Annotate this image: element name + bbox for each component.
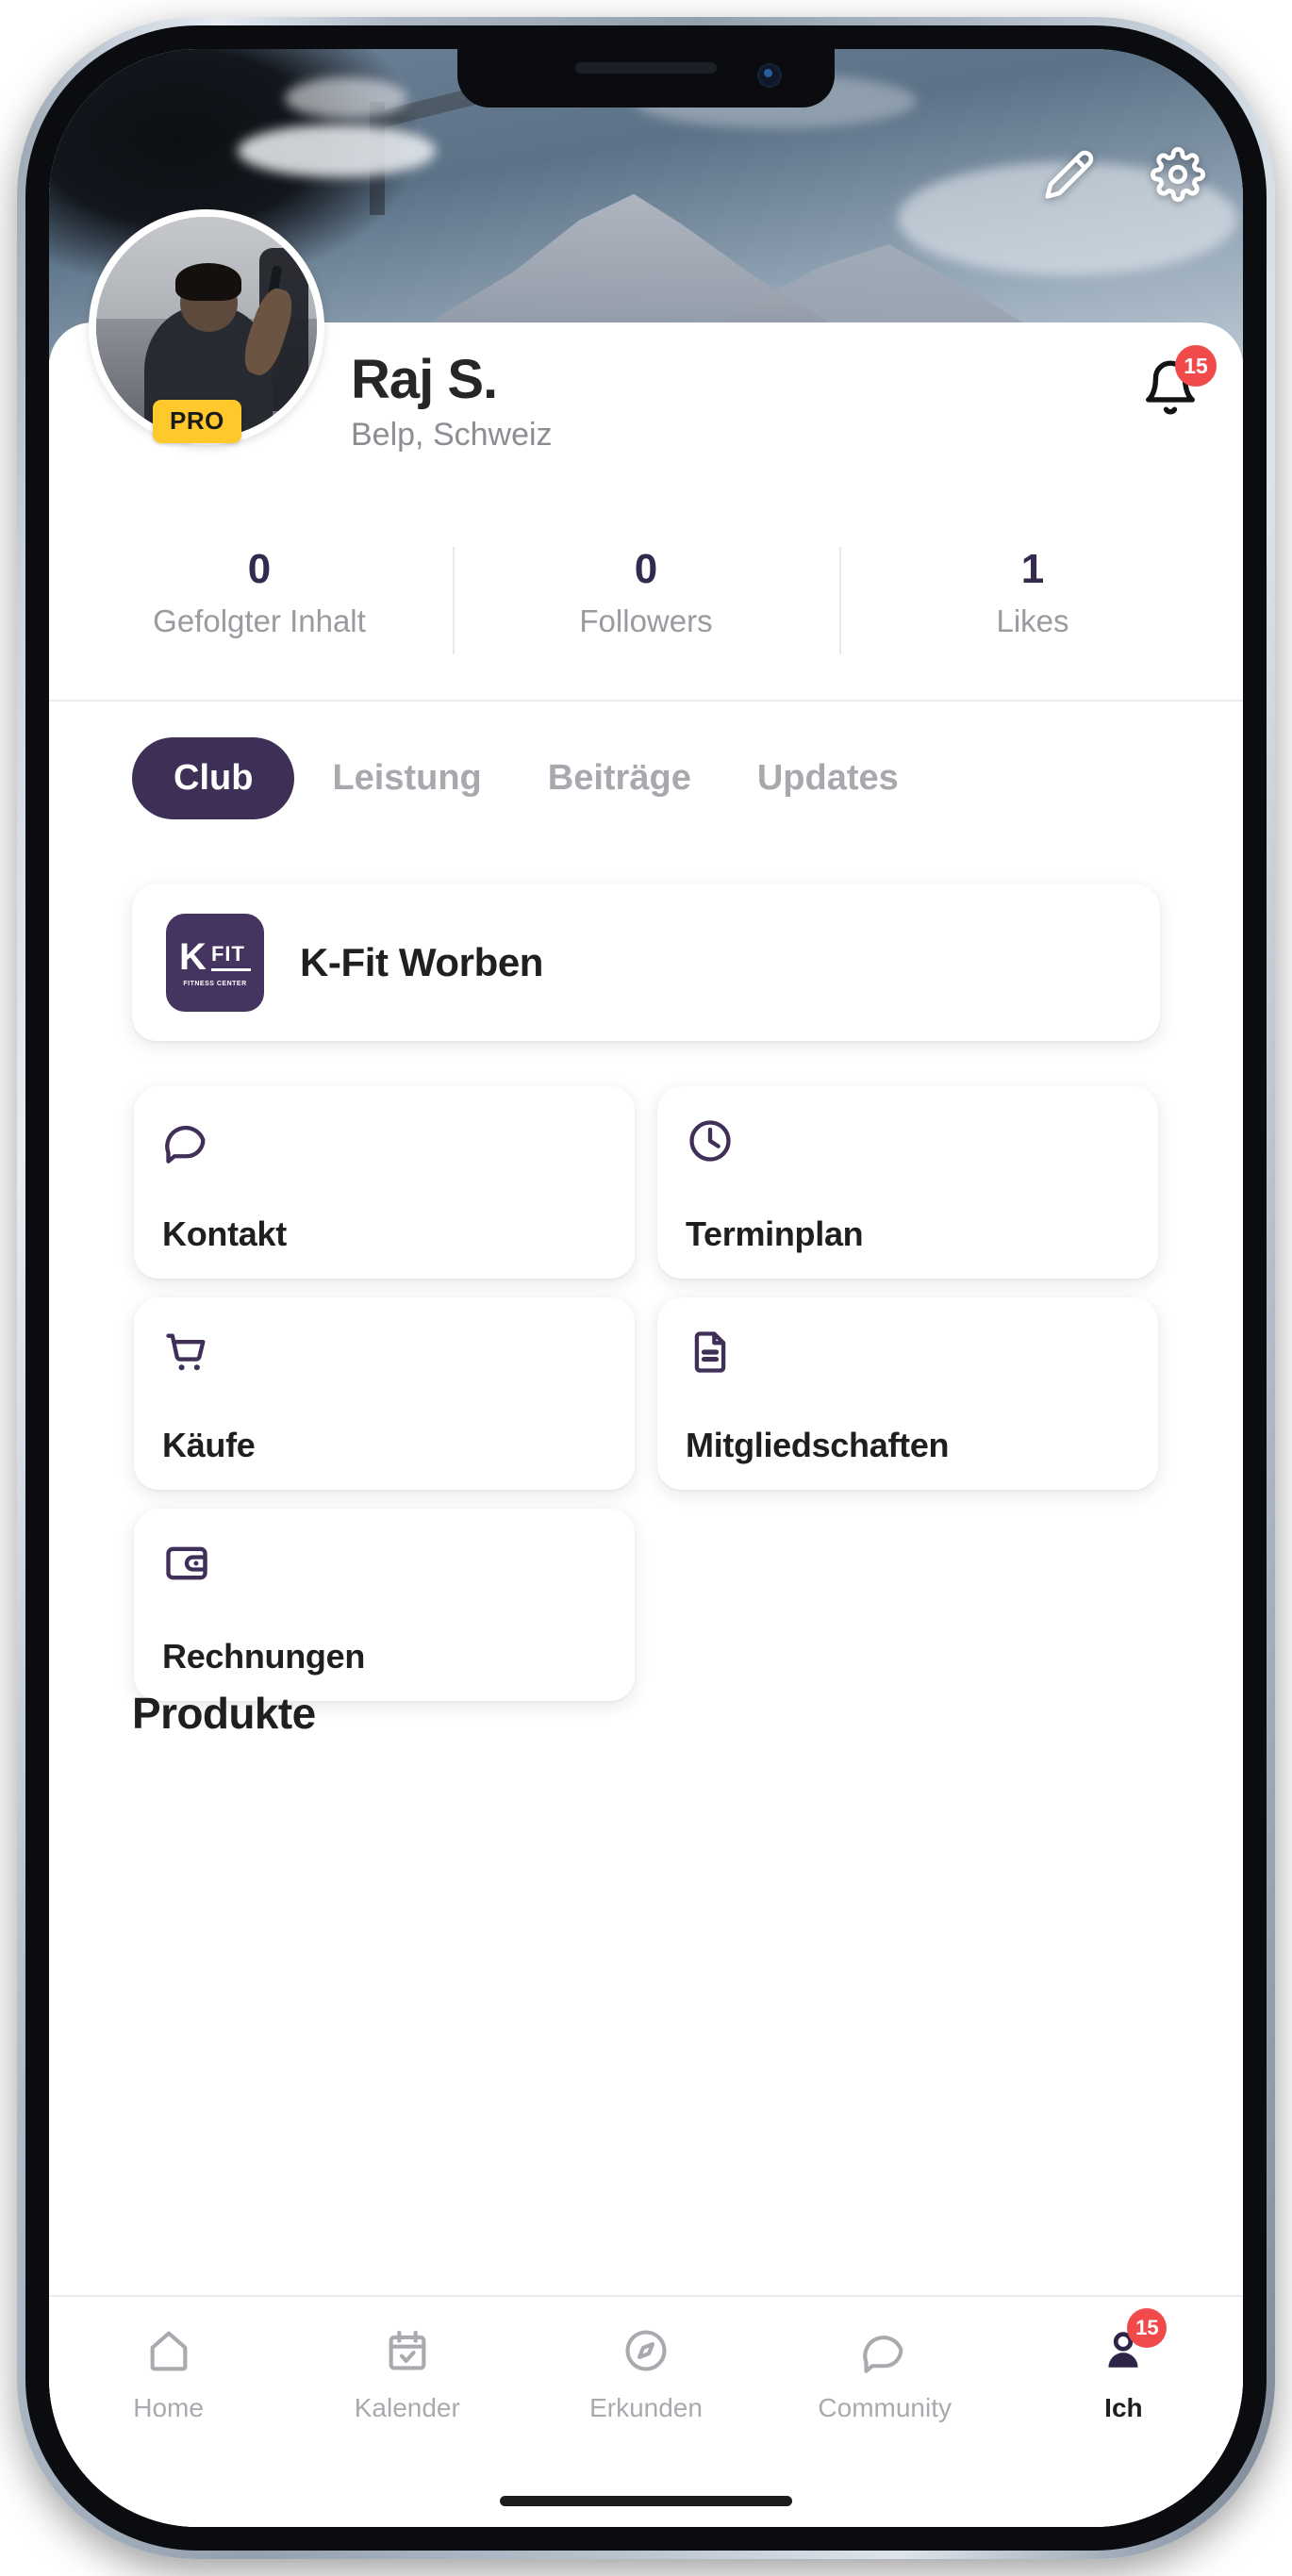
stat-value: 0 [247,546,272,592]
tile-label: Käufe [162,1426,256,1464]
tab-club[interactable]: Club [132,737,295,819]
phone-notch [457,49,835,107]
screenshot-stage: PRO Raj S. Belp, Schweiz 15 0 Gefolgter … [0,0,1292,2576]
volume-down-button[interactable] [26,845,35,960]
pencil-icon[interactable] [1043,148,1096,201]
stat-label: Followers [579,603,713,639]
club-name: K-Fit Worben [300,940,544,984]
avatar-hair [175,263,242,301]
tab-leistung[interactable]: Leistung [304,737,509,819]
notifications-button[interactable]: 15 [1141,345,1217,421]
club-logo-letter: K [179,936,207,978]
compass-icon [621,2323,671,2378]
cover-cloud [285,77,407,119]
nav-label: Erkunden [589,2393,703,2422]
tile-label: Terminplan [686,1214,864,1253]
club-logo-rule [210,967,251,971]
club-actions-grid: Kontakt Terminplan Käufe Mitgliedschafte… [123,1077,1169,1710]
nav-item-home[interactable]: Home [49,2323,288,2423]
stat-label: Likes [996,603,1069,639]
nav-badge: 15 [1127,2308,1168,2348]
nav-label: Home [133,2393,204,2422]
profile-tabs: Club Leistung Beiträge Updates [49,737,1243,819]
tile-terminplan[interactable]: Terminplan [657,1086,1158,1279]
calendar-check-icon [383,2323,432,2378]
phone-screen: PRO Raj S. Belp, Schweiz 15 0 Gefolgter … [49,49,1243,2527]
tile-slot: Mitgliedschaften [646,1288,1169,1499]
tile-label: Kontakt [162,1214,287,1253]
cover-actions [1043,147,1205,202]
profile-location: Belp, Schweiz [351,417,553,454]
stat-followed-content[interactable]: 0 Gefolgter Inhalt [66,541,453,668]
tile-kontakt[interactable]: Kontakt [134,1086,635,1279]
stat-likes[interactable]: 1 Likes [839,541,1226,668]
clock-icon [686,1115,1130,1167]
tile-label: Rechnungen [162,1637,366,1676]
nav-label: Kalender [354,2393,460,2422]
tile-mitgliedschaften[interactable]: Mitgliedschaften [657,1297,1158,1490]
stat-value: 0 [634,546,658,592]
power-button[interactable] [1257,762,1266,947]
products-heading: Produkte [132,1689,316,1738]
document-icon [686,1326,1130,1379]
identity-text: Raj S. Belp, Schweiz [351,351,553,454]
tile-kaeufe[interactable]: Käufe [134,1297,635,1490]
stat-followers[interactable]: 0 Followers [453,541,839,668]
notification-count-badge: 15 [1175,345,1217,387]
bell-icon [1141,360,1200,421]
front-camera [757,63,782,88]
wallet-icon [162,1537,606,1590]
home-icon [144,2323,193,2378]
avatar[interactable]: PRO [89,209,324,445]
profile-sheet: PRO Raj S. Belp, Schweiz 15 0 Gefolgter … [49,209,1243,2527]
shopping-cart-icon [162,1326,606,1379]
chat-bubble-icon [860,2323,909,2378]
section-divider [49,700,1243,702]
tile-label: Mitgliedschaften [686,1426,950,1464]
stat-label: Gefolgter Inhalt [153,603,366,639]
tile-slot: Käufe [123,1288,646,1499]
club-logo-subtitle: FITNESS CENTER [183,981,247,987]
club-logo-row: K FIT [179,938,251,976]
tile-slot: Terminplan [646,1077,1169,1288]
club-card[interactable]: K FIT FITNESS CENTER K-Fit Worben [132,884,1160,1041]
tile-slot: Rechnungen [123,1499,646,1710]
stat-value: 1 [1020,546,1045,592]
club-logo-word-group: FIT [210,941,251,971]
bottom-navigation: Home Kalender Erkunden Community 15 Ich [49,2295,1243,2527]
chat-bubble-icon [162,1115,606,1167]
identity-block: Raj S. Belp, Schweiz 15 [351,345,1217,454]
tab-beitraege[interactable]: Beiträge [520,737,720,819]
tab-updates[interactable]: Updates [729,737,927,819]
volume-up-button[interactable] [26,692,35,807]
nav-item-kalender[interactable]: Kalender [288,2323,526,2423]
nav-label: Community [818,2393,952,2422]
nav-item-community[interactable]: Community [766,2323,1004,2423]
stats-row: 0 Gefolgter Inhalt 0 Followers 1 Likes [49,541,1243,668]
silent-switch[interactable] [26,545,35,605]
profile-name: Raj S. [351,349,498,410]
pro-badge: PRO [153,400,241,443]
cover-cloud [238,124,436,177]
nav-item-erkunden[interactable]: Erkunden [526,2323,765,2423]
nav-item-ich[interactable]: 15 Ich [1004,2308,1243,2423]
tile-slot: Kontakt [123,1077,646,1288]
gear-icon[interactable] [1151,147,1205,202]
nav-label: Ich [1104,2393,1143,2422]
club-logo-word: FIT [210,941,245,966]
tile-rechnungen[interactable]: Rechnungen [134,1509,635,1701]
earpiece-speaker [575,62,717,74]
home-indicator[interactable] [500,2496,792,2506]
club-logo-icon: K FIT FITNESS CENTER [166,914,264,1012]
person-icon: 15 [1099,2308,1168,2378]
